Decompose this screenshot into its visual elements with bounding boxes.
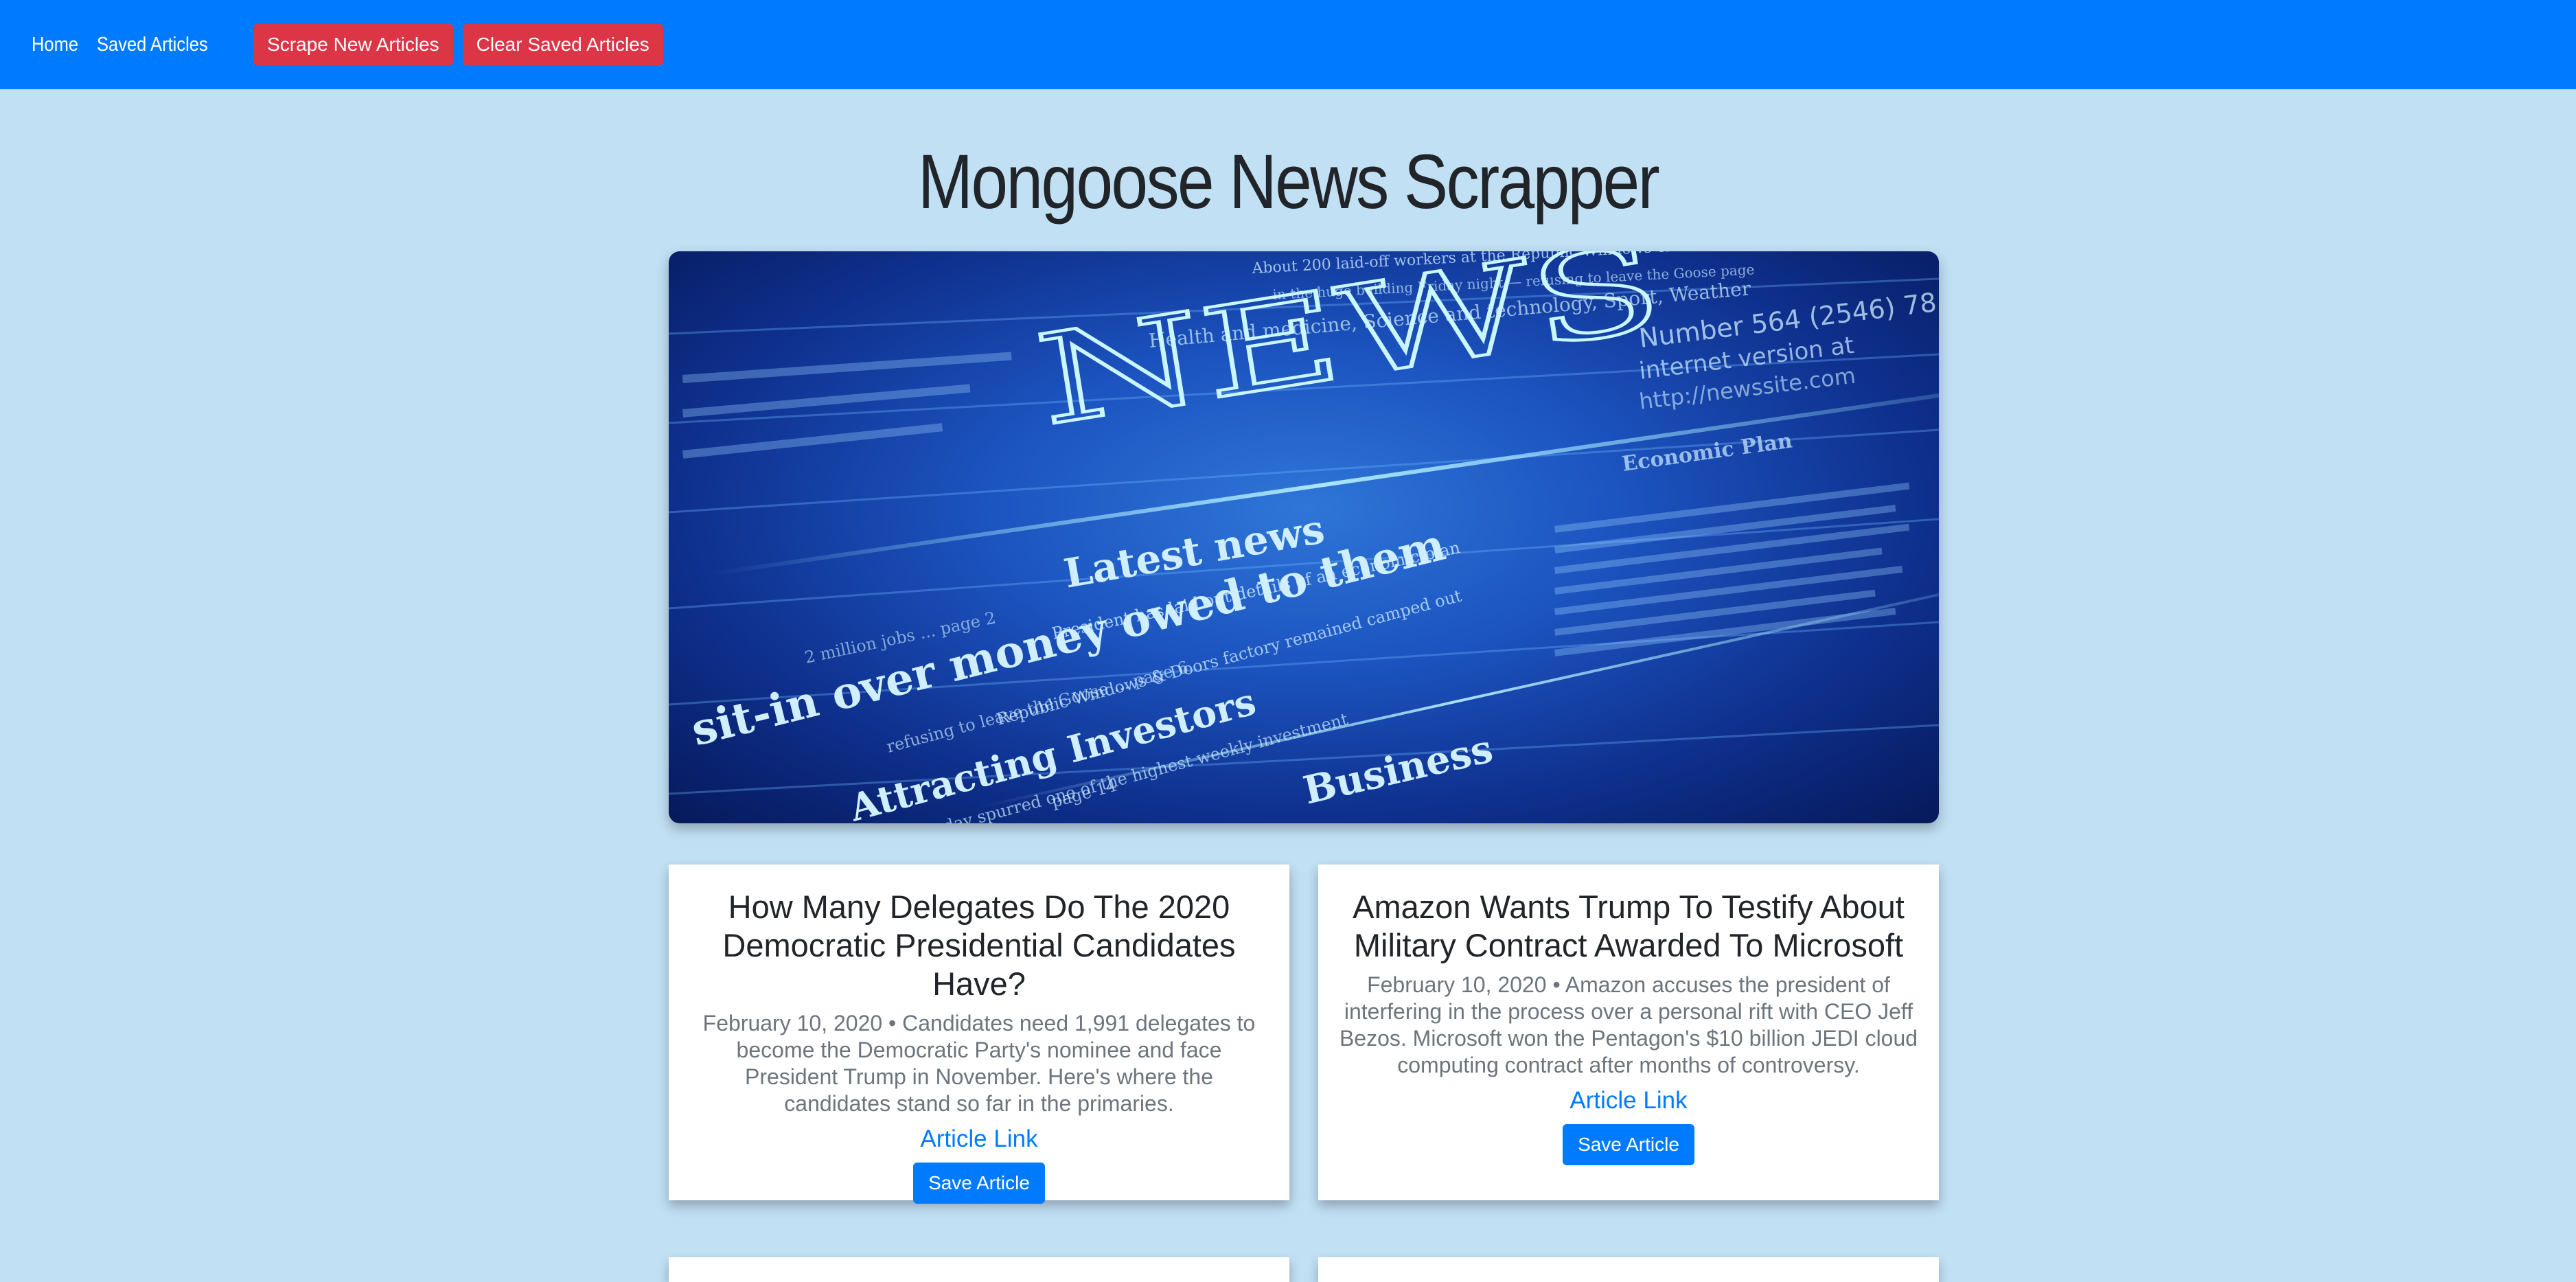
- hero-news-image: About 200 laid-off workers at the Republ…: [669, 251, 1939, 823]
- clear-saved-articles-button[interactable]: Clear Saved Articles: [462, 24, 663, 65]
- nav-home-link[interactable]: Home: [32, 34, 78, 56]
- article-card: How Many Delegates Do The 2020 Democrati…: [669, 865, 1289, 1204]
- hero-line-17: Business: [1299, 726, 1497, 813]
- nav-saved-articles-link[interactable]: Saved Articles: [97, 34, 208, 56]
- save-article-button[interactable]: Save Article: [1563, 1124, 1694, 1165]
- article-summary: February 10, 2020 • Candidates need 1,99…: [702, 1011, 1256, 1116]
- page-title: Mongoose News Scrapper: [917, 139, 1660, 225]
- article-card-partial: [669, 1257, 1289, 1282]
- article-card: Amazon Wants Trump To Testify About Mili…: [1318, 865, 1939, 1200]
- article-link[interactable]: Article Link: [1339, 1087, 1918, 1114]
- article-card-partial: [1318, 1257, 1939, 1282]
- scrape-new-articles-button[interactable]: Scrape New Articles: [253, 24, 453, 65]
- article-summary: February 10, 2020 • Amazon accuses the p…: [1339, 972, 1918, 1077]
- article-title: Amazon Wants Trump To Testify About Mili…: [1353, 889, 1905, 963]
- top-navbar: Home Saved Articles Scrape New Articles …: [0, 0, 2576, 89]
- save-article-button[interactable]: Save Article: [913, 1163, 1045, 1204]
- hero-headline: NEWS: [1028, 251, 1671, 453]
- article-link[interactable]: Article Link: [689, 1125, 1269, 1153]
- article-title: How Many Delegates Do The 2020 Democrati…: [722, 889, 1236, 1002]
- news-illustration: About 200 laid-off workers at the Republ…: [669, 251, 1939, 823]
